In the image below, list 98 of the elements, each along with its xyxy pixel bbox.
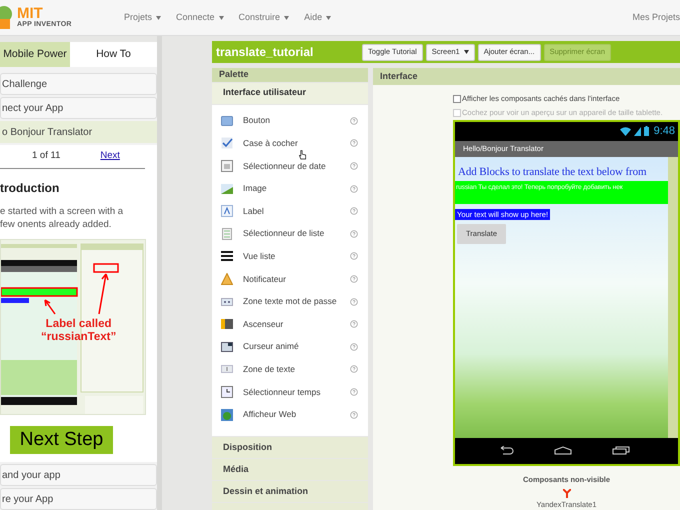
next-link[interactable]: Next xyxy=(100,149,120,164)
palette-item[interactable]: Bouton xyxy=(212,110,368,132)
component-name: Zone de texte xyxy=(243,362,295,376)
hand-cursor-icon xyxy=(299,150,307,160)
palette-item[interactable]: Sélectionneur de liste xyxy=(212,222,368,246)
palette-group-header[interactable]: Dessin et animation xyxy=(212,480,368,502)
caret-icon xyxy=(156,16,162,20)
component-name: Sélectionneur de date xyxy=(243,160,326,172)
help-icon[interactable] xyxy=(350,230,358,238)
component-name: Sélectionneur de liste xyxy=(243,227,324,240)
help-icon[interactable] xyxy=(350,365,358,374)
palette-item[interactable]: Label xyxy=(212,200,368,222)
logo-title: MIT xyxy=(17,7,43,21)
wifi-icon xyxy=(620,126,631,136)
project-title: translate_tutorial xyxy=(216,44,314,61)
palette-item[interactable]: Zone de texte xyxy=(212,358,368,381)
section-header[interactable]: nect your App xyxy=(0,97,157,119)
button-icon xyxy=(221,114,233,127)
next-step-button[interactable]: Next Step xyxy=(10,426,113,454)
recent-apps-icon[interactable] xyxy=(612,446,630,455)
palette-item[interactable]: Notificateur xyxy=(212,268,368,290)
step-heading: troduction xyxy=(0,180,60,197)
signal-icon xyxy=(634,126,641,136)
component-name: Curseur animé xyxy=(243,340,299,354)
annotation-text: Label called xyxy=(46,318,112,331)
list-icon xyxy=(221,228,233,240)
annotation-text: “russianText” xyxy=(41,331,116,344)
component-name: Vue liste xyxy=(243,250,276,263)
caret-icon xyxy=(284,16,290,20)
palette-item[interactable]: Ascenseur xyxy=(212,312,368,336)
instruction-text: Add Blocks to translate the text below from xyxy=(458,164,648,178)
home-icon[interactable] xyxy=(554,446,572,455)
help-icon[interactable] xyxy=(350,342,358,351)
battery-icon xyxy=(644,126,649,136)
help-icon[interactable] xyxy=(350,116,358,125)
component-name: Sélectionneur temps xyxy=(243,386,320,398)
section-header[interactable]: Challenge xyxy=(0,73,157,95)
help-icon[interactable] xyxy=(350,298,358,306)
slider-icon xyxy=(221,318,233,330)
menu-button[interactable]: Connecte xyxy=(176,10,224,24)
component-name: Afficheur Web xyxy=(243,408,296,421)
component-name: Image xyxy=(243,182,267,195)
time-picker-icon xyxy=(221,386,233,398)
label-icon xyxy=(221,205,233,218)
tutorial-tab[interactable]: Mobile Power xyxy=(0,42,70,67)
help-icon[interactable] xyxy=(350,184,358,193)
logo-icon xyxy=(0,4,14,30)
back-icon[interactable] xyxy=(498,446,514,455)
step-description: e started with a screen with a few onents already added. xyxy=(0,205,124,231)
help-icon[interactable] xyxy=(350,252,358,260)
component-name: Ascenseur xyxy=(243,318,284,331)
calendar-icon xyxy=(221,160,233,172)
component-name: Zone texte mot de passe xyxy=(243,295,337,308)
caret-icon xyxy=(464,50,469,54)
palette-item[interactable]: Case à cocher xyxy=(212,132,368,155)
my-projects-link[interactable]: Mes Projets xyxy=(632,10,680,24)
page-counter: 1 of 11 xyxy=(32,149,60,164)
palette-item[interactable]: Sélectionneur de date xyxy=(212,154,368,178)
palette-item[interactable]: Afficheur Web xyxy=(212,403,368,426)
globe-icon xyxy=(221,408,233,421)
palette-item[interactable]: Sélectionneur temps xyxy=(212,380,368,404)
component-name: Label xyxy=(243,204,264,218)
menu-button[interactable]: Aide xyxy=(304,10,332,24)
clock-time: 9:48 xyxy=(654,124,675,139)
checkmark-icon xyxy=(221,137,233,150)
panel-title: Palette xyxy=(219,68,249,81)
translator-icon xyxy=(562,488,570,498)
help-icon[interactable] xyxy=(350,139,358,148)
section-header[interactable]: and your app xyxy=(0,464,157,486)
section-header[interactable]: re your App xyxy=(0,488,157,510)
help-icon[interactable] xyxy=(350,410,358,419)
help-icon[interactable] xyxy=(350,388,358,396)
palette-group-header[interactable]: Interface utilisateur xyxy=(212,82,368,104)
help-icon[interactable] xyxy=(350,207,358,216)
password-field-icon xyxy=(221,296,233,308)
palette-item[interactable]: Vue liste xyxy=(212,245,368,268)
sprite-icon xyxy=(221,340,233,353)
palette-group-header[interactable]: Disposition xyxy=(212,436,368,458)
image-icon xyxy=(221,182,233,195)
help-icon[interactable] xyxy=(350,274,358,283)
palette-item[interactable]: Image xyxy=(212,177,368,200)
section-header[interactable]: o Bonjour Translator xyxy=(0,121,157,143)
warning-icon xyxy=(221,272,233,285)
caret-icon xyxy=(326,16,332,20)
palette-item[interactable]: Zone texte mot de passe xyxy=(212,290,368,313)
menu-button[interactable]: Projets xyxy=(124,10,162,24)
caret-icon xyxy=(218,16,224,20)
panel-title: Interface xyxy=(380,70,418,82)
component-name: Bouton xyxy=(243,114,270,128)
help-icon[interactable] xyxy=(350,320,358,328)
component-name: Case à cocher xyxy=(243,137,298,150)
menu-button[interactable]: Construire xyxy=(238,10,290,24)
component-name: Notificateur xyxy=(243,272,286,286)
palette-group-header[interactable]: Média xyxy=(212,458,368,480)
help-icon[interactable] xyxy=(350,162,358,170)
list-lines-icon xyxy=(221,250,233,262)
text-field-icon xyxy=(221,363,233,376)
palette-item[interactable]: Curseur animé xyxy=(212,335,368,358)
